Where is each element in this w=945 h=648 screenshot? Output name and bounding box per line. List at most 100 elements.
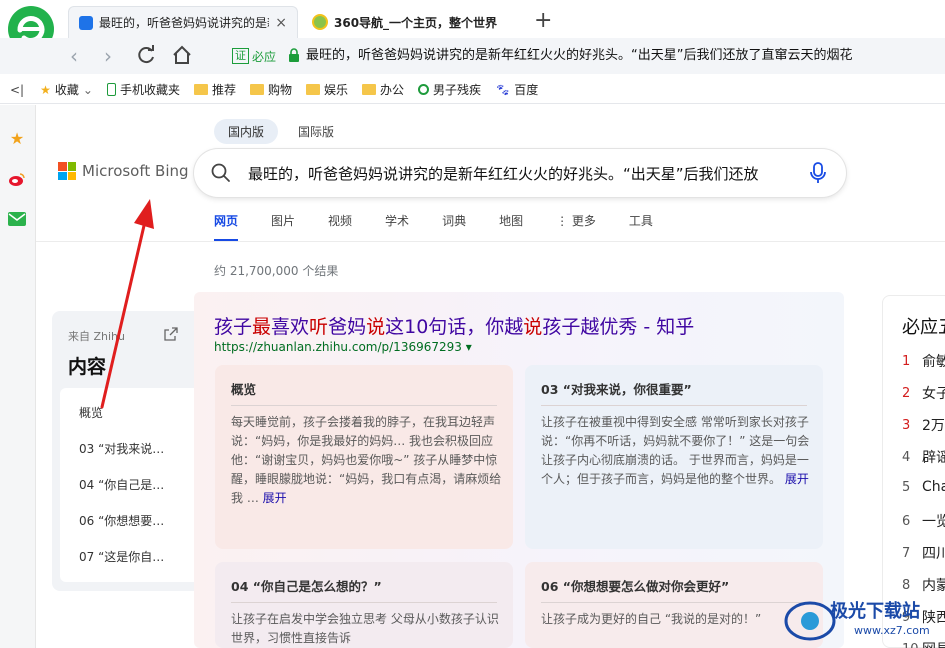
card-source: 来自 Zhihu (68, 330, 126, 343)
trending-text: 内蒙 (922, 578, 945, 594)
search-input[interactable]: 最旺的，听爸爸妈妈说讲究的是新年红红火火的好兆头。“出天星”后我们还放了直窜云天… (248, 164, 758, 184)
result-url[interactable]: https://zhuanlan.zhihu.com/p/136967293 ▾ (214, 340, 472, 354)
external-link-icon[interactable] (164, 327, 178, 341)
trending-text: 一览 (922, 514, 945, 530)
toc-item[interactable]: 03 “对我来说… (79, 440, 164, 457)
search-icon (418, 84, 430, 95)
trending-rank: 3 (902, 417, 911, 433)
bookmark-baidu[interactable]: 🐾︎ 百度 (495, 81, 538, 98)
trending-text: 四川 (922, 546, 945, 562)
search-nav-tabs: 网页 图片 视频 学术 词典 地图 ⋮ 更多 工具 (214, 212, 686, 242)
expand-link[interactable]: 展开 (263, 491, 287, 505)
trending-title: 必应五 (902, 317, 945, 338)
bookmark-label: 手机收藏夹 (119, 83, 180, 97)
toc-item[interactable]: 04 “你自己是… (79, 476, 164, 493)
trending-item[interactable]: 6 一览 (902, 511, 945, 531)
baidu-paw-icon: 🐾︎ (495, 82, 511, 97)
bookmarks-bar: <| ★ 收藏 ⌄ 手机收藏夹 推荐 购物 娱乐 办公 男子残疾 🐾︎ 百度 (0, 76, 945, 104)
trending-text: 辟谣 (922, 450, 945, 466)
trending-item[interactable]: 5 Cha (902, 479, 945, 495)
bookmark-folder-recommend[interactable]: 推荐 (193, 81, 236, 98)
title-segment: 喜欢 (271, 316, 310, 338)
result-count: 约 21,700,000 个结果 (214, 264, 339, 278)
bing-logo[interactable]: Microsoft Bing (58, 162, 189, 180)
panel-body: 让孩子在启发中学会独立思考 父母从小数孩子认识世界，习惯性直接告诉 (231, 612, 499, 645)
panel-text: 让孩子在被重视中得到安全感 常常听到家长对孩子说：“你再不听话，妈妈就不要你了！… (541, 415, 810, 486)
title-highlight: 说 (366, 316, 386, 338)
tab-academic[interactable]: 学术 (385, 212, 409, 242)
tab-360-nav[interactable]: 360导航_一个主页，整个世界 (302, 6, 530, 38)
bookmark-favorites[interactable]: ★ 收藏 ⌄ (40, 81, 93, 98)
tab-web[interactable]: 网页 (214, 212, 239, 242)
result-panel[interactable]: 概览 每天睡觉前，孩子会搂着我的脖子，在我耳边轻声说：“妈妈，你是我最好的妈妈…… (215, 365, 513, 549)
reload-icon[interactable] (134, 44, 158, 68)
tab-dictionary[interactable]: 词典 (442, 212, 466, 242)
result-title-link[interactable]: 孩子最喜欢听爸妈说这10句话，你越说孩子越优秀 - 知乎 (214, 312, 694, 339)
tab-title: 360导航_一个主页，整个世界 (334, 15, 498, 30)
panel-body: 让孩子在被重视中得到安全感 常常听到家长对孩子说：“你再不听话，妈妈就不要你了！… (541, 413, 815, 489)
panel-heading: 06 “你想想要怎么做对你会更好” (541, 579, 730, 594)
back-icon[interactable]: ‹ (62, 44, 86, 68)
trending-rank: 8 (902, 577, 911, 593)
trending-item[interactable]: 3 2万 (902, 415, 945, 435)
divider (36, 241, 945, 242)
tab-videos[interactable]: 视频 (328, 212, 352, 242)
trending-item[interactable]: 1 俞敏 (902, 351, 945, 371)
tab-domestic[interactable]: 国内版 (214, 119, 279, 144)
title-segment: 孩子 (214, 316, 253, 338)
trending-text: 女子 (922, 386, 945, 402)
bing-favicon-icon (79, 15, 93, 30)
microphone-icon[interactable] (808, 162, 828, 184)
toc-item[interactable]: 概览 (79, 404, 103, 421)
title-segment: 孩子越优秀 - 知乎 (542, 316, 695, 338)
expand-link[interactable]: 展开 (785, 472, 809, 486)
tab-maps[interactable]: 地图 (499, 212, 523, 242)
bing-logo-text: Microsoft Bing (82, 162, 189, 180)
cert-badge: 证 (232, 48, 249, 64)
forward-icon[interactable]: › (96, 44, 120, 68)
divider (231, 602, 497, 603)
tab-international[interactable]: 国际版 (284, 119, 348, 144)
address-input[interactable]: 最旺的，听爸爸妈妈说讲究的是新年红红火火的好兆头。“出天星”后我们还放了直窜云天… (306, 46, 936, 66)
mail-icon[interactable] (6, 208, 28, 230)
trending-item[interactable]: 7 四川 (902, 543, 945, 563)
result-panel[interactable]: 03 “对我来说，你很重要” 让孩子在被重视中得到安全感 常常听到家长对孩子说：… (525, 365, 823, 549)
panel-heading: 04 “你自己是怎么想的？” (231, 579, 382, 594)
result-panel[interactable]: 04 “你自己是怎么想的？” 让孩子在启发中学会独立思考 父母从小数孩子认识世界… (215, 562, 513, 648)
tab-images[interactable]: 图片 (271, 212, 295, 242)
home-icon[interactable] (170, 44, 194, 68)
divider (231, 405, 497, 406)
bookmark-label: 办公 (380, 83, 405, 97)
bookmark-mobile[interactable]: 手机收藏夹 (106, 81, 180, 98)
tab-tools[interactable]: 工具 (629, 212, 653, 242)
tab-active[interactable]: 最旺的，听爸爸妈妈说讲究的是新年红红火火的好兆头。“出天星”后我们还放了直窜云天… (68, 6, 298, 38)
cert-site-name: 必应 (252, 49, 277, 64)
panel-heading: 概览 (231, 382, 257, 397)
title-segment: 爸 (328, 316, 348, 338)
toc-item[interactable]: 06 “你想想要… (79, 512, 164, 529)
close-tab-icon[interactable]: × (275, 15, 287, 31)
panel-body: 每天睡觉前，孩子会搂着我的脖子，在我耳边轻声说：“妈妈，你是我最好的妈妈… 我也… (231, 413, 505, 508)
weibo-icon[interactable] (6, 168, 28, 190)
trending-text: 俞敏 (922, 354, 945, 370)
trending-item[interactable]: 4 辟谣 (902, 447, 945, 467)
search-icon[interactable] (210, 162, 232, 184)
trending-rank: 6 (902, 513, 911, 529)
watermark-text: 极光下载站 (830, 601, 920, 622)
new-tab-button[interactable]: + (534, 10, 552, 32)
favorites-star-icon[interactable]: ★ (6, 127, 28, 149)
card-heading: 内容 (68, 356, 107, 378)
trending-item[interactable]: 2 女子 (902, 383, 945, 403)
site-certificate[interactable]: 证 必应 (232, 46, 276, 66)
bookmark-label: 购物 (267, 83, 292, 97)
bookmark-folder-fun[interactable]: 娱乐 (306, 81, 348, 98)
tab-more[interactable]: ⋮ 更多 (556, 212, 596, 242)
toc-item[interactable]: 07 “这是你自… (79, 548, 164, 565)
trending-rank: 1 (902, 353, 911, 369)
sidebar-toggle-icon[interactable]: <| (10, 83, 24, 97)
trending-item[interactable]: 8 内蒙 (902, 575, 945, 595)
trending-rank: 7 (902, 545, 911, 561)
bookmark-folder-shopping[interactable]: 购物 (249, 81, 292, 98)
bookmark-folder-office[interactable]: 办公 (362, 81, 404, 98)
bookmark-search[interactable]: 男子残疾 (418, 81, 481, 98)
